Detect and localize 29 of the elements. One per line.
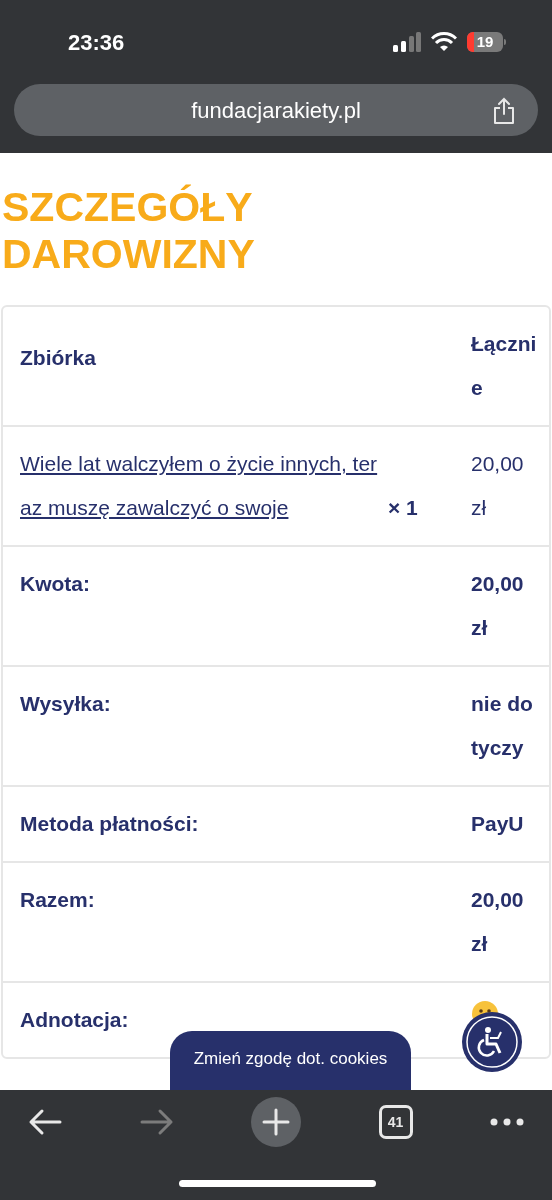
row-label: Kwota:	[19, 571, 91, 597]
row-label: Wysyłka:	[19, 691, 112, 717]
table-cell-text: 20,00 zł	[471, 887, 525, 957]
page-title: SZCZEGÓŁY DAROWIZNY	[1, 183, 256, 278]
battery-fill	[467, 32, 474, 52]
wifi-icon	[431, 32, 457, 52]
table-cell-text: 20,00 zł	[471, 571, 525, 641]
donation-link[interactable]: Wiele lat walczyłem o życie innych, teraz muszę zawalczyć o swoje	[20, 442, 380, 530]
cookie-consent-button[interactable]: Zmień zgodę dot. cookies	[170, 1031, 411, 1091]
table-cell-text: 20,00 zł	[471, 451, 525, 521]
row-label: Metoda płatności:	[19, 811, 200, 837]
quantity: × 1	[388, 495, 418, 521]
row-label: Adnotacja:	[19, 1007, 130, 1033]
more-icon[interactable]	[490, 1118, 524, 1126]
table-cell-text: PayU	[471, 811, 525, 837]
signal-icon	[393, 32, 421, 52]
back-icon[interactable]	[28, 1108, 62, 1136]
address-bar[interactable]: fundacjarakiety.pl	[14, 84, 538, 136]
accessibility-icon[interactable]	[461, 1011, 523, 1073]
battery-level: 19	[476, 32, 494, 52]
table-cell-text: nie dotyczy	[471, 691, 534, 761]
column-header: Zbiórka	[19, 345, 97, 371]
column-header: Łącznie	[471, 331, 538, 401]
new-tab-icon[interactable]	[251, 1097, 301, 1147]
forward-icon[interactable]	[139, 1108, 174, 1136]
share-icon[interactable]	[492, 97, 516, 125]
clock-time: 23:36	[68, 28, 125, 57]
row-label: Razem:	[19, 887, 96, 913]
tabs-button[interactable]: 41	[378, 1105, 413, 1139]
